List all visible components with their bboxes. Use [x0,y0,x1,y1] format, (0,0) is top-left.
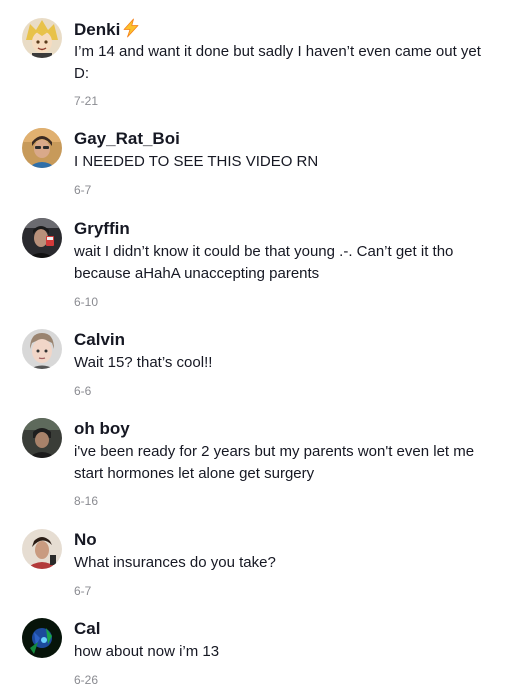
avatar[interactable] [22,529,62,569]
avatar[interactable] [22,218,62,258]
avatar-image [22,529,62,569]
avatar[interactable] [22,418,62,458]
comment-date: 6-26 [74,673,99,687]
avatar-image [22,329,62,369]
comment-username[interactable]: Gay_Rat_Boi [74,128,180,150]
avatar[interactable] [22,128,62,168]
comment-list: Denki I’m 14 and want it done but sadly … [0,0,514,697]
comment-date: 7-21 [74,94,99,108]
comment-text: What insurances do you take? [74,554,276,571]
comment-username[interactable]: Calvin [74,329,125,351]
comment-username[interactable]: Gryffin [74,218,130,240]
comment-date: 6-7 [74,584,92,598]
avatar-image [22,418,62,458]
comment-username[interactable]: No [74,529,97,551]
avatar[interactable] [22,18,62,58]
comment-date: 6-10 [74,295,99,309]
comment-text: i've been ready for 2 years but my paren… [74,443,475,482]
comment-date: 6-7 [74,183,92,197]
avatar-image [22,128,62,168]
avatar-image [22,218,62,258]
comment-text: wait I didn’t know it could be that youn… [74,243,454,282]
comment-username[interactable]: Cal [74,618,100,640]
comment-date: 8-16 [74,494,99,508]
comment-date: 6-6 [74,384,92,398]
comment-text: Wait 15? that’s cool!! [74,354,213,371]
comment-username[interactable]: oh boy [74,418,130,440]
avatar[interactable] [22,329,62,369]
comment-text: I’m 14 and want it done but sadly I have… [74,43,481,82]
avatar-image [22,618,62,658]
username-text: Denki [74,20,121,39]
avatar[interactable] [22,618,62,658]
avatar-image [22,18,62,58]
comment-text: how about now i’m 13 [74,643,220,660]
comment-text: I NEEDED TO SEE THIS VIDEO RN [74,153,319,170]
